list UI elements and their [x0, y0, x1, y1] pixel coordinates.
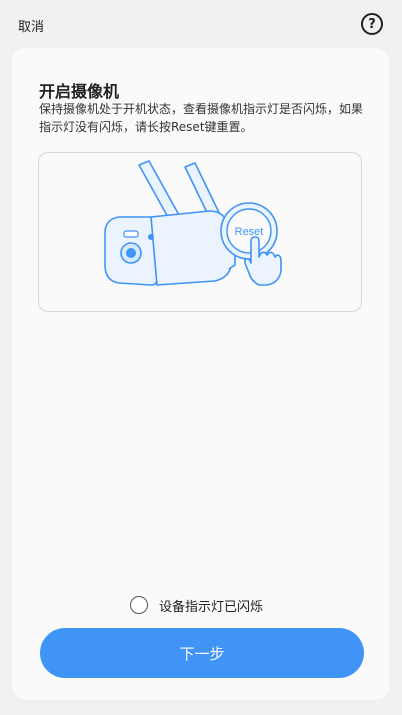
setup-card: 开启摄像机 保持摄像机处于开机状态，查看摄像机指示灯是否闪烁，如果指示灯没有闪烁… [12, 48, 389, 700]
top-bar: 取消 ? [0, 0, 402, 48]
page-title: 开启摄像机 [39, 82, 120, 101]
confirm-radio[interactable] [130, 596, 148, 614]
help-icon[interactable]: ? [361, 13, 383, 35]
confirm-blinking-option[interactable]: 设备指示灯已闪烁 [130, 594, 263, 616]
reset-label: Reset [235, 226, 264, 238]
next-step-button[interactable]: 下一步 [40, 628, 364, 678]
confirm-label: 设备指示灯已闪烁 [159, 599, 264, 615]
cancel-button[interactable]: 取消 [18, 16, 44, 35]
instruction-text: 保持摄像机处于开机状态，查看摄像机指示灯是否闪烁，如果指示灯没有闪烁，请长按Re… [39, 102, 364, 134]
camera-reset-graphic: Reset [104, 160, 282, 286]
camera-illustration: Reset [38, 152, 362, 312]
